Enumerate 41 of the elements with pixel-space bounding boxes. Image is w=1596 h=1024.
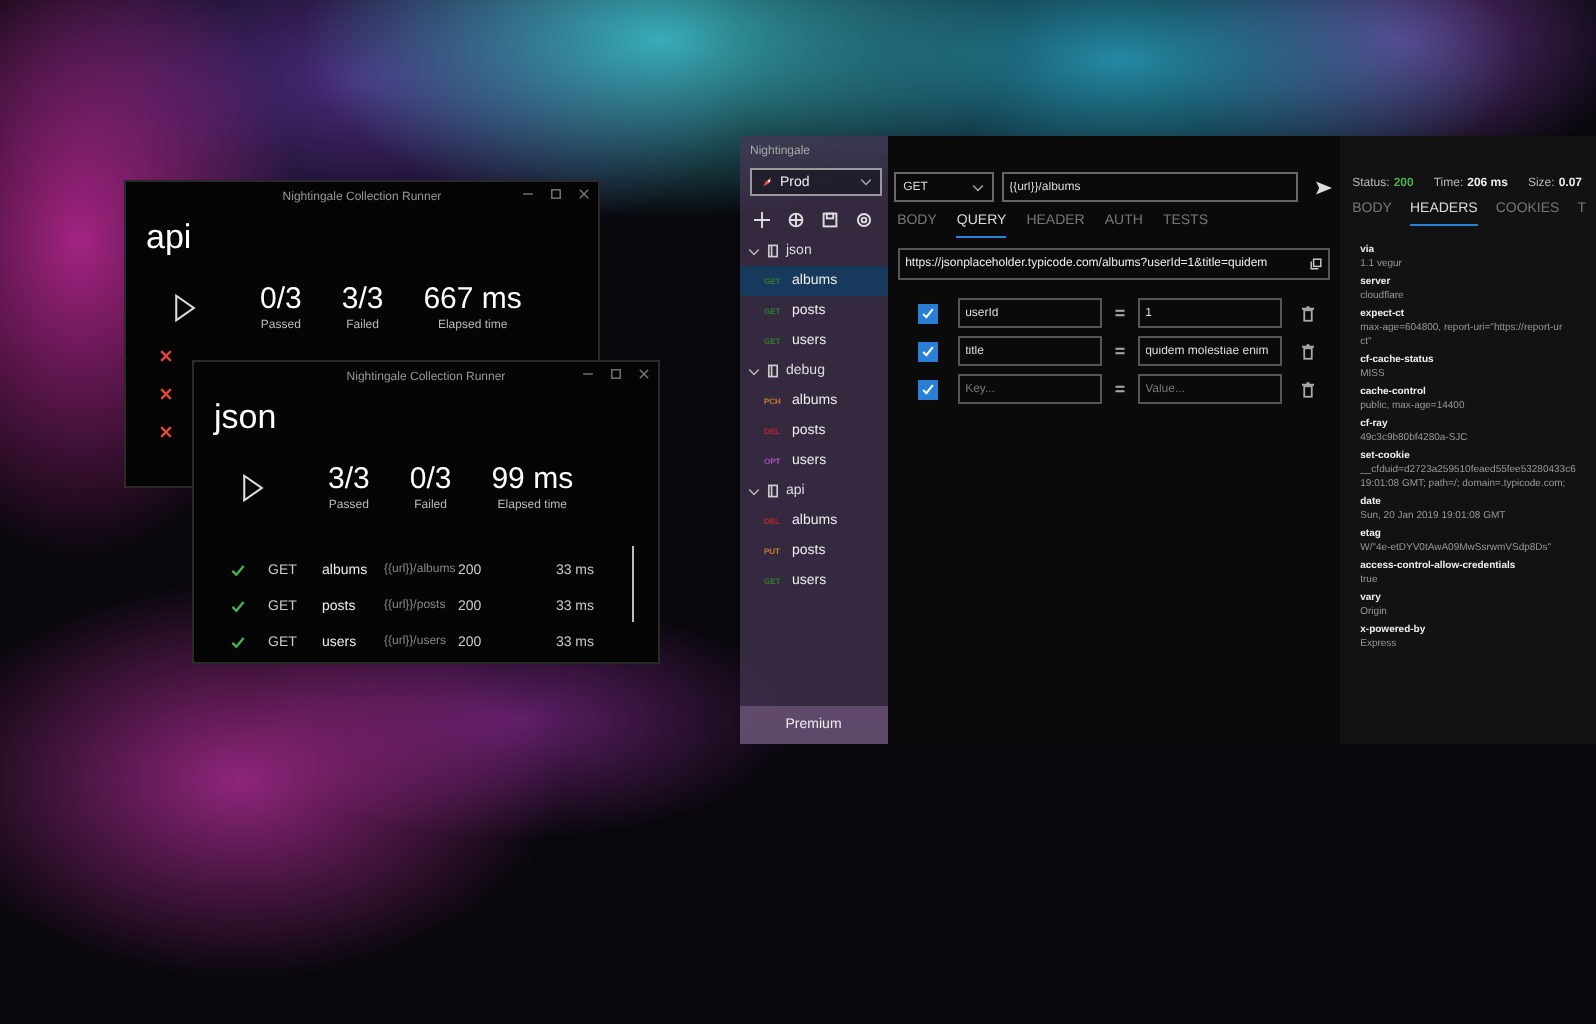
rocket-icon [760, 175, 774, 189]
maximize-icon[interactable] [550, 188, 562, 200]
minimize-icon[interactable] [582, 368, 594, 380]
settings-icon[interactable] [856, 212, 873, 228]
book-icon [766, 244, 780, 258]
checkbox[interactable] [917, 341, 938, 361]
stat-value: 0/3 [409, 462, 452, 496]
globe-icon[interactable] [788, 212, 805, 228]
stat-value: 0/3 [260, 282, 302, 316]
save-icon[interactable] [822, 212, 839, 228]
close-icon[interactable] [578, 188, 590, 200]
trash-icon[interactable] [1301, 343, 1314, 359]
book-icon [766, 484, 780, 498]
trash-icon[interactable] [1301, 381, 1314, 397]
stat-value: 3/3 [341, 282, 384, 316]
checkmark-icon [919, 343, 936, 359]
copy-icon[interactable] [1310, 258, 1323, 270]
chevron-down-icon [859, 178, 872, 186]
book-icon [766, 364, 780, 378]
scrollbar[interactable] [632, 546, 634, 622]
equals-icon [1113, 346, 1126, 356]
equals-icon [1113, 308, 1126, 318]
equals-icon [1113, 384, 1126, 394]
collection-name: api [144, 216, 194, 258]
chevron-down-icon [971, 183, 984, 191]
maximize-icon[interactable] [610, 368, 622, 380]
minimize-icon[interactable] [522, 188, 534, 200]
play-icon[interactable] [174, 293, 196, 321]
close-icon[interactable] [638, 368, 650, 380]
checkbox[interactable] [917, 379, 938, 399]
send-icon[interactable] [1315, 179, 1332, 195]
checkmark-icon [919, 305, 936, 321]
stat-value: 99 ms [491, 462, 574, 496]
plus-icon[interactable] [754, 212, 771, 228]
collection-name: json [211, 396, 279, 438]
stat-value: 3/3 [328, 462, 370, 496]
trash-icon[interactable] [1301, 305, 1314, 321]
play-icon[interactable] [242, 473, 264, 501]
checkmark-icon [919, 381, 936, 397]
checkbox[interactable] [917, 303, 938, 323]
stat-value: 667 ms [423, 282, 522, 316]
